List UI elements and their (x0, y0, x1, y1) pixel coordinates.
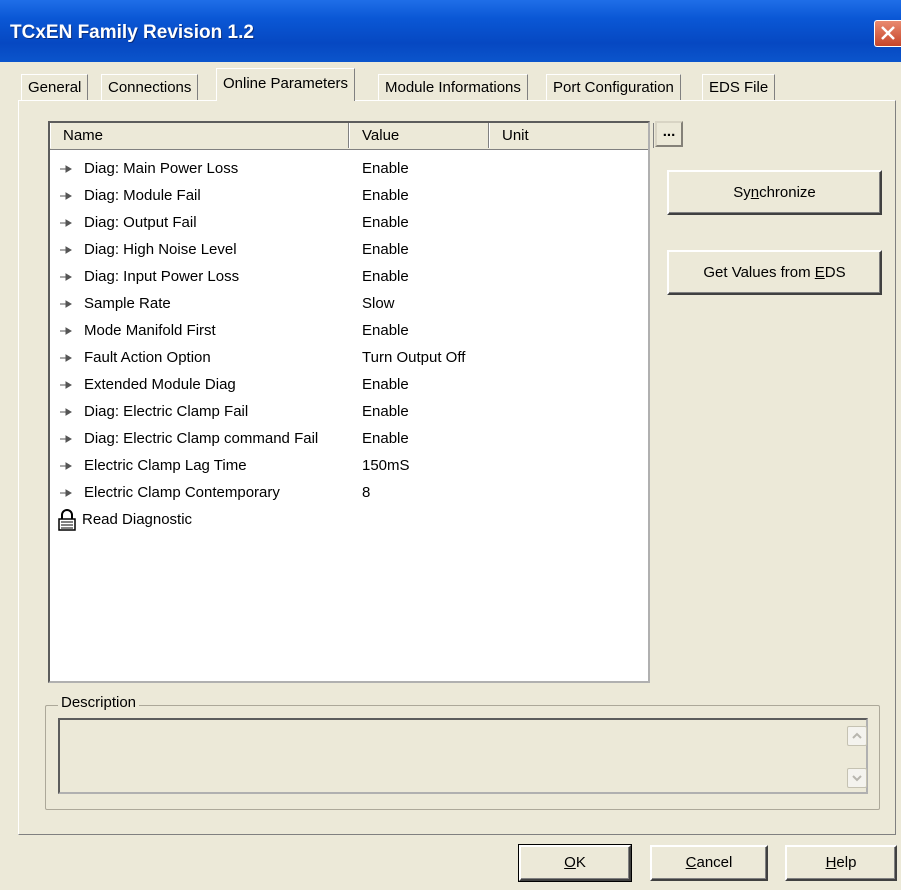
param-value: Enable (362, 376, 409, 393)
more-options-button[interactable]: ... (655, 121, 683, 147)
arrow-right-icon (60, 462, 72, 470)
param-value: 8 (362, 484, 371, 501)
param-name: Diag: Module Fail (84, 187, 201, 204)
param-name: Extended Module Diag (84, 376, 236, 393)
tab-general[interactable]: General (21, 74, 89, 100)
eds-label-start: Get Values from (703, 264, 815, 281)
column-header-value[interactable]: Value (349, 123, 489, 148)
param-name: Diag: Main Power Loss (84, 160, 239, 177)
list-item[interactable]: Fault Action Option Turn Output Off (50, 344, 648, 371)
column-header-name[interactable]: Name (50, 123, 349, 148)
synchronize-button[interactable]: Synchronize (667, 170, 882, 215)
cancel-label-end: ancel (696, 854, 733, 871)
eds-accesskey: E (814, 264, 825, 281)
description-label: Description (58, 694, 140, 711)
param-value: Enable (362, 241, 409, 258)
param-name: Diag: Output Fail (84, 214, 197, 231)
arrow-right-icon (60, 219, 72, 227)
ok-button[interactable]: OK (518, 844, 632, 882)
param-value: Enable (362, 214, 409, 231)
help-button[interactable]: Help (785, 845, 897, 881)
param-name: Diag: Electric Clamp Fail (84, 403, 249, 420)
arrow-right-icon (60, 381, 72, 389)
param-value: Enable (362, 160, 409, 177)
arrow-right-icon (60, 435, 72, 443)
list-item[interactable]: Diag: Input Power Loss Enable (50, 263, 648, 290)
chevron-up-icon (852, 732, 862, 739)
window-title: TCxEN Family Revision 1.2 (10, 22, 254, 43)
tab-module-informations[interactable]: Module Informations (378, 74, 528, 100)
list-item[interactable]: Diag: Module Fail Enable (50, 182, 648, 209)
description-text[interactable] (58, 718, 868, 794)
column-header-unit[interactable]: Unit (489, 123, 654, 148)
param-name: Diag: High Noise Level (84, 241, 237, 258)
arrow-right-icon (60, 300, 72, 308)
tab-port-configuration[interactable]: Port Configuration (546, 74, 681, 100)
title-bar[interactable]: TCxEN Family Revision 1.2 (0, 0, 901, 62)
arrow-right-icon (60, 354, 72, 362)
tab-connections[interactable]: Connections (101, 74, 199, 100)
arrow-right-icon (60, 165, 72, 173)
scroll-up-button[interactable] (847, 726, 867, 746)
param-value: 150mS (362, 457, 410, 474)
param-name: Read Diagnostic (82, 511, 193, 528)
cancel-button[interactable]: Cancel (650, 845, 768, 881)
param-value: Turn Output Off (362, 349, 466, 366)
param-value: Enable (362, 430, 409, 447)
tab-eds-file[interactable]: EDS File (702, 74, 776, 100)
get-values-from-eds-button[interactable]: Get Values from EDS (667, 250, 882, 295)
eds-label-end: DS (824, 264, 846, 281)
synchronize-accesskey: n (750, 184, 760, 201)
cancel-accesskey: C (685, 854, 697, 871)
parameter-list[interactable]: Name Value Unit Diag: Main Power Loss En… (48, 121, 654, 683)
list-item[interactable]: Diag: High Noise Level Enable (50, 236, 648, 263)
param-value: Enable (362, 268, 409, 285)
close-icon (881, 26, 895, 40)
arrow-right-icon (60, 489, 72, 497)
param-name: Diag: Input Power Loss (84, 268, 240, 285)
param-name: Mode Manifold First (84, 322, 216, 339)
param-name: Electric Clamp Lag Time (84, 457, 247, 474)
list-item[interactable]: Mode Manifold First Enable (50, 317, 648, 344)
ok-label-end: K (575, 854, 586, 871)
arrow-right-icon (60, 192, 72, 200)
param-name: Diag: Electric Clamp command Fail (84, 430, 319, 447)
ok-accesskey: O (564, 854, 576, 871)
param-value: Enable (362, 322, 409, 339)
list-item[interactable]: Sample Rate Slow (50, 290, 648, 317)
param-name: Sample Rate (84, 295, 171, 312)
arrow-right-icon (60, 273, 72, 281)
arrow-right-icon (60, 327, 72, 335)
list-item[interactable]: Diag: Electric Clamp Fail Enable (50, 398, 648, 425)
list-item[interactable]: Diag: Electric Clamp command Fail Enable (50, 425, 648, 452)
param-value: Slow (362, 295, 395, 312)
synchronize-label-end: chronize (759, 184, 816, 201)
close-button[interactable] (874, 20, 901, 47)
list-item[interactable]: Diag: Output Fail Enable (50, 209, 648, 236)
chevron-down-icon (852, 775, 862, 782)
tab-online-parameters[interactable]: Online Parameters (216, 68, 356, 101)
lock-icon (58, 509, 76, 531)
help-label-end: elp (836, 854, 857, 871)
dialog-window: TCxEN Family Revision 1.2 General Connec… (0, 0, 901, 890)
param-name: Fault Action Option (84, 349, 211, 366)
scroll-down-button[interactable] (847, 768, 867, 788)
list-item[interactable]: Diag: Main Power Loss Enable (50, 155, 648, 182)
help-accesskey: H (825, 854, 837, 871)
arrow-right-icon (60, 246, 72, 254)
list-header: Name Value Unit (50, 123, 654, 150)
list-item[interactable]: Extended Module Diag Enable (50, 371, 648, 398)
param-name: Electric Clamp Contemporary (84, 484, 280, 501)
param-value: Enable (362, 187, 409, 204)
param-value: Enable (362, 403, 409, 420)
list-item[interactable]: Electric Clamp Contemporary 8 (50, 479, 648, 506)
arrow-right-icon (60, 408, 72, 416)
list-item-read-diagnostic[interactable]: Read Diagnostic (50, 506, 648, 533)
list-item[interactable]: Electric Clamp Lag Time 150mS (50, 452, 648, 479)
synchronize-label-start: Sy (733, 184, 751, 201)
